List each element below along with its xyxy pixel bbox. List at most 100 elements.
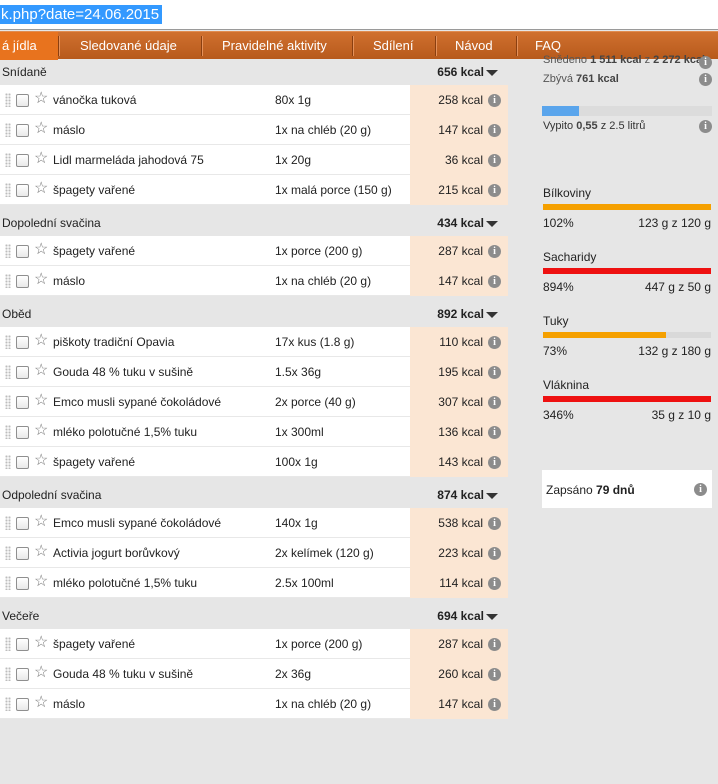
food-name[interactable]: Emco musli sypané čokoládové [53,516,221,530]
info-icon[interactable]: i [488,547,501,560]
food-name[interactable]: špagety vařené [53,183,135,197]
row-checkbox[interactable] [16,426,29,439]
food-amount[interactable]: 2.5x 100ml [275,576,334,590]
row-checkbox[interactable] [16,245,29,258]
food-amount[interactable]: 140x 1g [275,516,318,530]
row-checkbox[interactable] [16,154,29,167]
info-icon[interactable]: i [488,396,501,409]
chevron-down-icon[interactable] [486,493,498,499]
row-checkbox[interactable] [16,698,29,711]
drag-handle-icon[interactable] [5,637,11,651]
info-icon[interactable]: i [488,517,501,530]
row-checkbox[interactable] [16,396,29,409]
row-checkbox[interactable] [16,668,29,681]
row-checkbox[interactable] [16,336,29,349]
row-checkbox[interactable] [16,638,29,651]
food-amount[interactable]: 2x kelímek (120 g) [275,546,374,560]
drag-handle-icon[interactable] [5,153,11,167]
food-name[interactable]: špagety vařené [53,637,135,651]
food-name[interactable]: Activia jogurt borůvkový [53,546,180,560]
info-icon[interactable]: i [694,483,707,496]
info-icon[interactable]: i [488,154,501,167]
food-amount[interactable]: 100x 1g [275,455,318,469]
star-icon[interactable]: ☆ [34,422,48,440]
food-name[interactable]: Gouda 48 % tuku v sušině [53,667,193,681]
star-icon[interactable]: ☆ [34,271,48,289]
info-icon[interactable]: i [699,56,712,69]
drag-handle-icon[interactable] [5,455,11,469]
star-icon[interactable]: ☆ [34,452,48,470]
row-checkbox[interactable] [16,275,29,288]
drag-handle-icon[interactable] [5,244,11,258]
row-checkbox[interactable] [16,94,29,107]
nav-item-tracked-data[interactable]: Sledované údaje [80,32,177,60]
info-icon[interactable]: i [488,456,501,469]
row-checkbox[interactable] [16,124,29,137]
row-checkbox[interactable] [16,456,29,469]
info-icon[interactable]: i [488,366,501,379]
chevron-down-icon[interactable] [486,614,498,620]
info-icon[interactable]: i [488,336,501,349]
drag-handle-icon[interactable] [5,516,11,530]
star-icon[interactable]: ☆ [34,150,48,168]
drag-handle-icon[interactable] [5,365,11,379]
drag-handle-icon[interactable] [5,183,11,197]
info-icon[interactable]: i [488,275,501,288]
food-name[interactable]: máslo [53,123,85,137]
star-icon[interactable]: ☆ [34,180,48,198]
drag-handle-icon[interactable] [5,667,11,681]
star-icon[interactable]: ☆ [34,241,48,259]
drag-handle-icon[interactable] [5,576,11,590]
chevron-down-icon[interactable] [486,221,498,227]
food-amount[interactable]: 1x porce (200 g) [275,244,362,258]
info-icon[interactable]: i [488,668,501,681]
info-icon[interactable]: i [488,94,501,107]
food-amount[interactable]: 2x 36g [275,667,311,681]
food-name[interactable]: piškoty tradiční Opavia [53,335,174,349]
drag-handle-icon[interactable] [5,425,11,439]
food-name[interactable]: špagety vařené [53,455,135,469]
star-icon[interactable]: ☆ [34,120,48,138]
star-icon[interactable]: ☆ [34,634,48,652]
food-amount[interactable]: 1x porce (200 g) [275,637,362,651]
food-name[interactable]: máslo [53,274,85,288]
drag-handle-icon[interactable] [5,697,11,711]
food-amount[interactable]: 17x kus (1.8 g) [275,335,354,349]
drag-handle-icon[interactable] [5,93,11,107]
star-icon[interactable]: ☆ [34,573,48,591]
info-icon[interactable]: i [488,245,501,258]
nav-item-regular-activities[interactable]: Pravidelné aktivity [222,32,327,60]
food-amount[interactable]: 80x 1g [275,93,311,107]
nav-item-meals[interactable]: á jídla [0,32,58,60]
food-name[interactable]: Gouda 48 % tuku v sušině [53,365,193,379]
star-icon[interactable]: ☆ [34,332,48,350]
food-amount[interactable]: 1x na chléb (20 g) [275,697,371,711]
drag-handle-icon[interactable] [5,123,11,137]
food-amount[interactable]: 1x malá porce (150 g) [275,183,392,197]
row-checkbox[interactable] [16,547,29,560]
drag-handle-icon[interactable] [5,395,11,409]
star-icon[interactable]: ☆ [34,362,48,380]
food-name[interactable]: máslo [53,697,85,711]
food-name[interactable]: Emco musli sypané čokoládové [53,395,221,409]
food-name[interactable]: vánočka tuková [53,93,136,107]
star-icon[interactable]: ☆ [34,513,48,531]
drag-handle-icon[interactable] [5,546,11,560]
nav-item-guide[interactable]: Návod [455,32,493,60]
food-amount[interactable]: 1.5x 36g [275,365,321,379]
info-icon[interactable]: i [488,638,501,651]
star-icon[interactable]: ☆ [34,543,48,561]
row-checkbox[interactable] [16,577,29,590]
url-selected-text[interactable]: k.php?date=24.06.2015 [0,5,163,24]
info-icon[interactable]: i [699,120,712,133]
chevron-down-icon[interactable] [486,70,498,76]
info-icon[interactable]: i [488,577,501,590]
info-icon[interactable]: i [488,698,501,711]
chevron-down-icon[interactable] [486,312,498,318]
row-checkbox[interactable] [16,517,29,530]
food-amount[interactable]: 1x na chléb (20 g) [275,123,371,137]
star-icon[interactable]: ☆ [34,90,48,108]
star-icon[interactable]: ☆ [34,694,48,712]
food-name[interactable]: mléko polotučné 1,5% tuku [53,425,197,439]
row-checkbox[interactable] [16,366,29,379]
